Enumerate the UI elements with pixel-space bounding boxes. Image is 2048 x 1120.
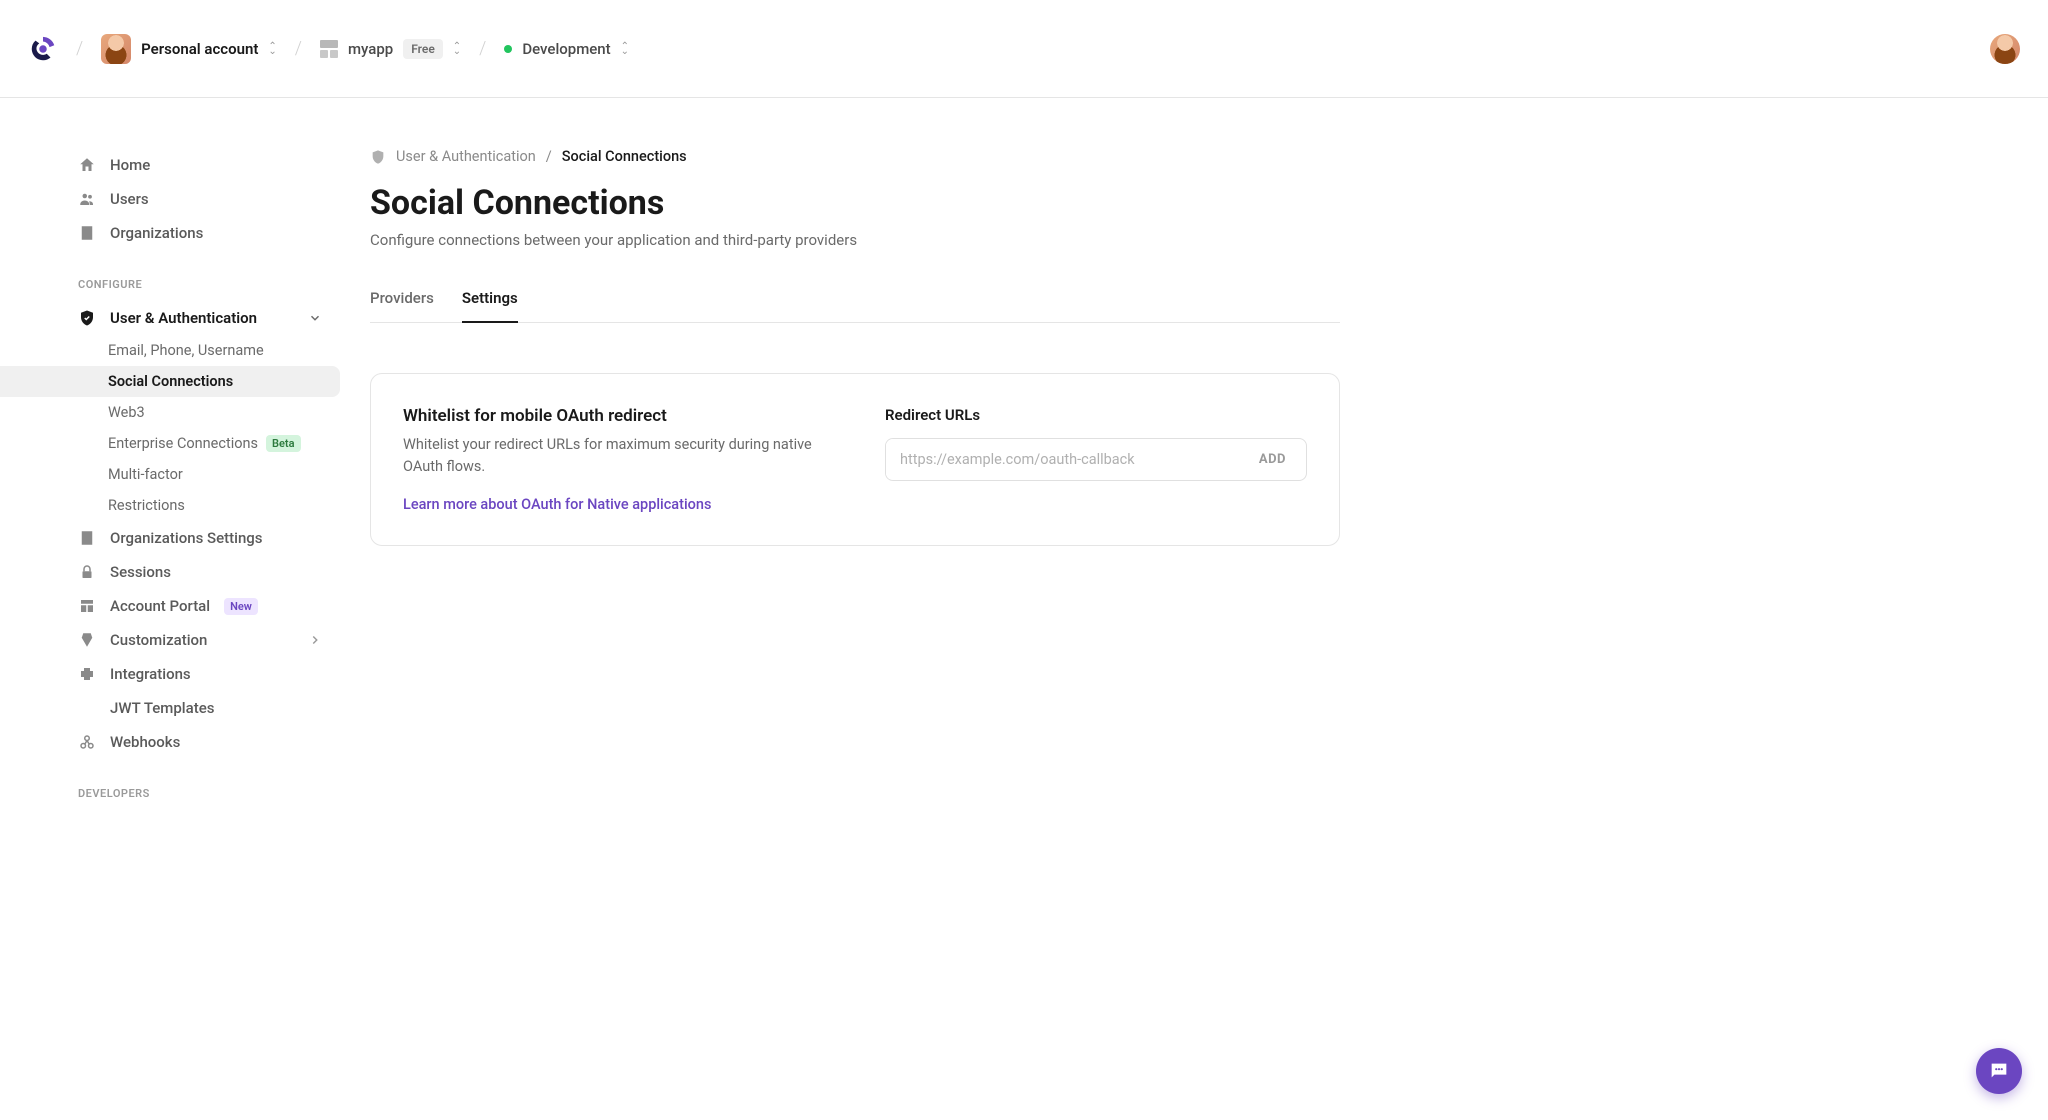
sidebar-item-home[interactable]: Home xyxy=(60,148,340,182)
chat-fab[interactable] xyxy=(1976,1048,2022,1094)
tab-providers[interactable]: Providers xyxy=(370,289,434,323)
sidebar-item-label: Restrictions xyxy=(108,497,185,514)
sidebar-item-label: Web3 xyxy=(108,404,145,421)
learn-more-link[interactable]: Learn more about OAuth for Native applic… xyxy=(403,496,711,513)
sidebar-item-label: Organizations Settings xyxy=(110,529,263,547)
add-button[interactable]: ADD xyxy=(1239,439,1306,480)
sidebar-item-label: Email, Phone, Username xyxy=(108,342,264,359)
redirect-url-input-group: ADD xyxy=(885,438,1307,481)
paint-icon xyxy=(78,631,96,649)
sidebar-item-integrations[interactable]: Integrations xyxy=(60,657,340,691)
separator: / xyxy=(479,38,486,59)
new-badge: New xyxy=(224,598,258,615)
whitelist-card: Whitelist for mobile OAuth redirect Whit… xyxy=(370,373,1340,546)
page-title: Social Connections xyxy=(370,183,1340,223)
account-switcher[interactable]: Personal account ⌃⌄ xyxy=(101,34,277,64)
separator: / xyxy=(295,38,302,59)
chevron-down-icon xyxy=(308,311,322,325)
asterisk-icon xyxy=(78,699,96,717)
status-dot-icon xyxy=(504,45,512,53)
building-icon xyxy=(78,529,96,547)
sidebar-item-organizations[interactable]: Organizations xyxy=(60,216,340,250)
home-icon xyxy=(78,156,96,174)
sidebar-item-label: Enterprise Connections xyxy=(108,435,258,452)
topbar: / Personal account ⌃⌄ / myapp Free ⌃⌄ / … xyxy=(0,0,2048,98)
breadcrumb-parent[interactable]: User & Authentication xyxy=(396,148,536,165)
account-avatar xyxy=(101,34,131,64)
puzzle-icon xyxy=(78,665,96,683)
env-switcher[interactable]: Development ⌃⌄ xyxy=(504,40,629,58)
section-label-developers: DEVELOPERS xyxy=(60,759,340,810)
tabs: Providers Settings xyxy=(370,289,1340,323)
chevron-right-icon xyxy=(308,633,322,647)
chevrons-icon: ⌃⌄ xyxy=(621,44,629,54)
sidebar-item-jwt[interactable]: JWT Templates xyxy=(60,691,340,725)
account-label: Personal account xyxy=(141,40,258,58)
sidebar-sub-enterprise[interactable]: Enterprise Connections Beta xyxy=(60,428,340,459)
sidebar-item-label: Users xyxy=(110,190,149,208)
separator: / xyxy=(76,38,83,59)
sidebar-item-sessions[interactable]: Sessions xyxy=(60,555,340,589)
layout-icon xyxy=(78,597,96,615)
sidebar-sub-mfa[interactable]: Multi-factor xyxy=(60,459,340,490)
sidebar: Home Users Organizations CONFIGURE User … xyxy=(0,98,340,860)
sidebar-item-label: Account Portal xyxy=(110,597,210,615)
shield-icon xyxy=(370,149,386,165)
plan-badge: Free xyxy=(403,39,443,59)
chevrons-icon: ⌃⌄ xyxy=(268,44,276,54)
tab-settings[interactable]: Settings xyxy=(462,289,518,323)
card-description: Whitelist your redirect URLs for maximum… xyxy=(403,434,825,478)
sidebar-item-label: Social Connections xyxy=(108,373,233,390)
breadcrumb-current: Social Connections xyxy=(562,148,687,165)
breadcrumb: User & Authentication / Social Connectio… xyxy=(370,148,1340,165)
card-title: Whitelist for mobile OAuth redirect xyxy=(403,406,825,426)
redirect-url-input[interactable] xyxy=(886,439,1239,480)
sidebar-item-label: Webhooks xyxy=(110,733,180,751)
page-subtitle: Configure connections between your appli… xyxy=(370,231,1340,249)
sidebar-sub-social[interactable]: Social Connections xyxy=(0,366,340,397)
sidebar-item-label: Home xyxy=(110,156,150,174)
sidebar-item-user-auth[interactable]: User & Authentication xyxy=(60,301,340,335)
env-label: Development xyxy=(522,40,610,58)
webhook-icon xyxy=(78,733,96,751)
chevrons-icon: ⌃⌄ xyxy=(453,44,461,54)
sidebar-item-customization[interactable]: Customization xyxy=(60,623,340,657)
sidebar-item-label: Organizations xyxy=(110,224,203,242)
beta-badge: Beta xyxy=(266,435,301,452)
clerk-logo[interactable] xyxy=(28,34,58,64)
sidebar-sub-email[interactable]: Email, Phone, Username xyxy=(60,335,340,366)
sidebar-item-label: Sessions xyxy=(110,563,171,581)
app-name: myapp xyxy=(348,40,393,58)
separator: / xyxy=(546,148,552,165)
breadcrumb-switcher: / Personal account ⌃⌄ / myapp Free ⌃⌄ / … xyxy=(28,34,629,64)
sidebar-sub-restrictions[interactable]: Restrictions xyxy=(60,490,340,521)
sidebar-item-label: User & Authentication xyxy=(110,309,257,327)
section-label-configure: CONFIGURE xyxy=(60,250,340,301)
sidebar-item-account-portal[interactable]: Account Portal New xyxy=(60,589,340,623)
lock-icon xyxy=(78,563,96,581)
main-content: User & Authentication / Social Connectio… xyxy=(340,98,1400,860)
sidebar-item-label: Customization xyxy=(110,631,207,649)
sidebar-item-webhooks[interactable]: Webhooks xyxy=(60,725,340,759)
field-label: Redirect URLs xyxy=(885,406,1307,424)
building-icon xyxy=(78,224,96,242)
sidebar-item-label: Integrations xyxy=(110,665,191,683)
user-avatar[interactable] xyxy=(1990,34,2020,64)
app-switcher[interactable]: myapp Free ⌃⌄ xyxy=(320,39,461,59)
sidebar-item-label: Multi-factor xyxy=(108,466,183,483)
sidebar-sub-web3[interactable]: Web3 xyxy=(60,397,340,428)
users-icon xyxy=(78,190,96,208)
sidebar-item-users[interactable]: Users xyxy=(60,182,340,216)
sidebar-item-label: JWT Templates xyxy=(110,699,214,717)
sidebar-item-org-settings[interactable]: Organizations Settings xyxy=(60,521,340,555)
shield-check-icon xyxy=(78,309,96,327)
app-icon xyxy=(320,40,338,58)
chat-icon xyxy=(1988,1060,2010,1082)
